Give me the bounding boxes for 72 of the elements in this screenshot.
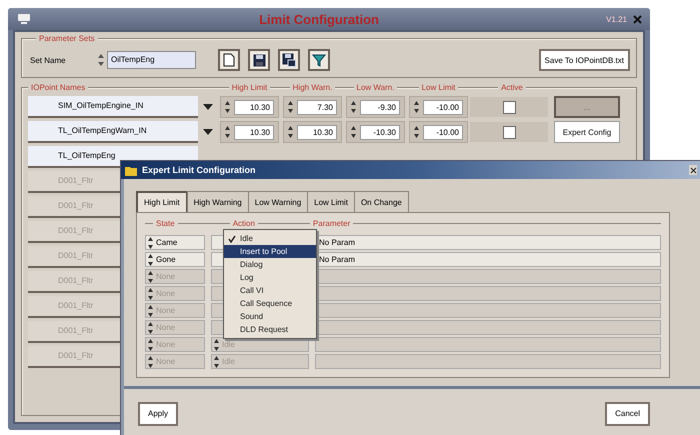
- numeric-control[interactable]: -10.00: [409, 96, 468, 118]
- group-label: Parameter Sets: [36, 33, 98, 44]
- version-label: V1.21: [606, 14, 627, 24]
- spin-arrows-icon[interactable]: [214, 338, 219, 350]
- spin-arrows-icon[interactable]: [225, 125, 230, 139]
- menu-item[interactable]: Idle: [224, 232, 316, 245]
- dialog-button[interactable]: Apply: [138, 402, 178, 426]
- set-name-field[interactable]: OilTempEng: [107, 51, 196, 69]
- tool-button[interactable]: [308, 49, 330, 71]
- active-checkbox[interactable]: [502, 126, 516, 138]
- spin-arrows-icon[interactable]: [214, 356, 219, 368]
- numeric-control[interactable]: -10.00: [409, 121, 468, 143]
- group-label: IOPoint Names: [28, 82, 88, 93]
- spin-arrows-icon[interactable]: [288, 125, 293, 139]
- dialog-button[interactable]: Cancel: [605, 402, 650, 426]
- row-button[interactable]: Expert Config: [554, 121, 620, 143]
- save-as-button[interactable]: [278, 49, 300, 71]
- folder-icon: [125, 164, 137, 176]
- document-icon: [223, 53, 235, 67]
- spin-arrows-icon[interactable]: [288, 100, 293, 114]
- spin-arrows-icon[interactable]: [351, 125, 356, 139]
- column-header: Low Warn.: [354, 82, 398, 93]
- parameter-field[interactable]: [315, 337, 661, 352]
- caret-icon: [203, 104, 213, 110]
- numeric-control[interactable]: -9.30: [346, 96, 405, 118]
- numeric-control[interactable]: 10.30: [283, 121, 342, 143]
- spin-arrows-icon[interactable]: [148, 236, 153, 248]
- column-header: Parameter: [310, 218, 354, 229]
- save-to-file-button[interactable]: Save To IOPointDB.txt: [538, 49, 630, 71]
- state-control[interactable]: Came: [145, 235, 205, 250]
- funnel-icon: [312, 53, 326, 67]
- menu-item[interactable]: Call VI: [224, 284, 316, 297]
- tab[interactable]: High Limit: [136, 191, 188, 212]
- window-title: Limit Configuration: [258, 12, 380, 26]
- floppy-icon: [252, 54, 266, 66]
- tab[interactable]: On Change: [354, 191, 409, 212]
- spin-arrows-icon[interactable]: [414, 125, 419, 139]
- parameter-field[interactable]: [315, 354, 661, 369]
- iopoint-name-field[interactable]: SIM_OilTempEngine_IN: [28, 96, 198, 118]
- spin-arrows-icon[interactable]: [414, 100, 419, 114]
- numeric-control[interactable]: -10.30: [346, 121, 405, 143]
- spin-arrows-icon[interactable]: [148, 254, 153, 266]
- numeric-control[interactable]: 10.30: [220, 121, 279, 143]
- column-header: High Warn.: [290, 82, 336, 93]
- menu-item[interactable]: Insert to Pool: [224, 245, 316, 258]
- menu-item[interactable]: Dialog: [224, 258, 316, 271]
- column-header: High Limit: [228, 82, 270, 93]
- spin-arrows-icon[interactable]: [351, 100, 356, 114]
- menu-item[interactable]: Sound: [224, 310, 316, 323]
- new-file-button[interactable]: [218, 49, 240, 71]
- field-label: Set Name: [29, 56, 67, 64]
- numeric-control[interactable]: 10.30: [220, 96, 279, 118]
- tab[interactable]: High Warning: [186, 191, 249, 212]
- close-icon[interactable]: [689, 165, 697, 175]
- menu-item[interactable]: Call Sequence: [224, 297, 316, 310]
- spin-buttons[interactable]: [98, 53, 104, 67]
- caret-icon: [203, 129, 213, 135]
- column-header: State: [153, 218, 178, 229]
- menu-item[interactable]: DLD Request: [224, 323, 316, 336]
- menu-item[interactable]: Log: [224, 271, 316, 284]
- monitor-icon: [16, 13, 32, 25]
- active-checkbox[interactable]: [502, 100, 516, 114]
- save-button[interactable]: [248, 49, 270, 71]
- numeric-control[interactable]: 7.30: [283, 96, 342, 118]
- column-header: Active: [498, 82, 526, 93]
- iopoint-name-field[interactable]: TL_OilTempEngWarn_IN: [28, 121, 198, 143]
- column-header: Action: [230, 218, 258, 229]
- close-icon[interactable]: [633, 14, 642, 24]
- state-control[interactable]: Gone: [145, 252, 205, 267]
- floppy-icon: [282, 53, 296, 67]
- column-header: Low Limit: [418, 82, 458, 93]
- spin-arrows-icon[interactable]: [225, 100, 230, 114]
